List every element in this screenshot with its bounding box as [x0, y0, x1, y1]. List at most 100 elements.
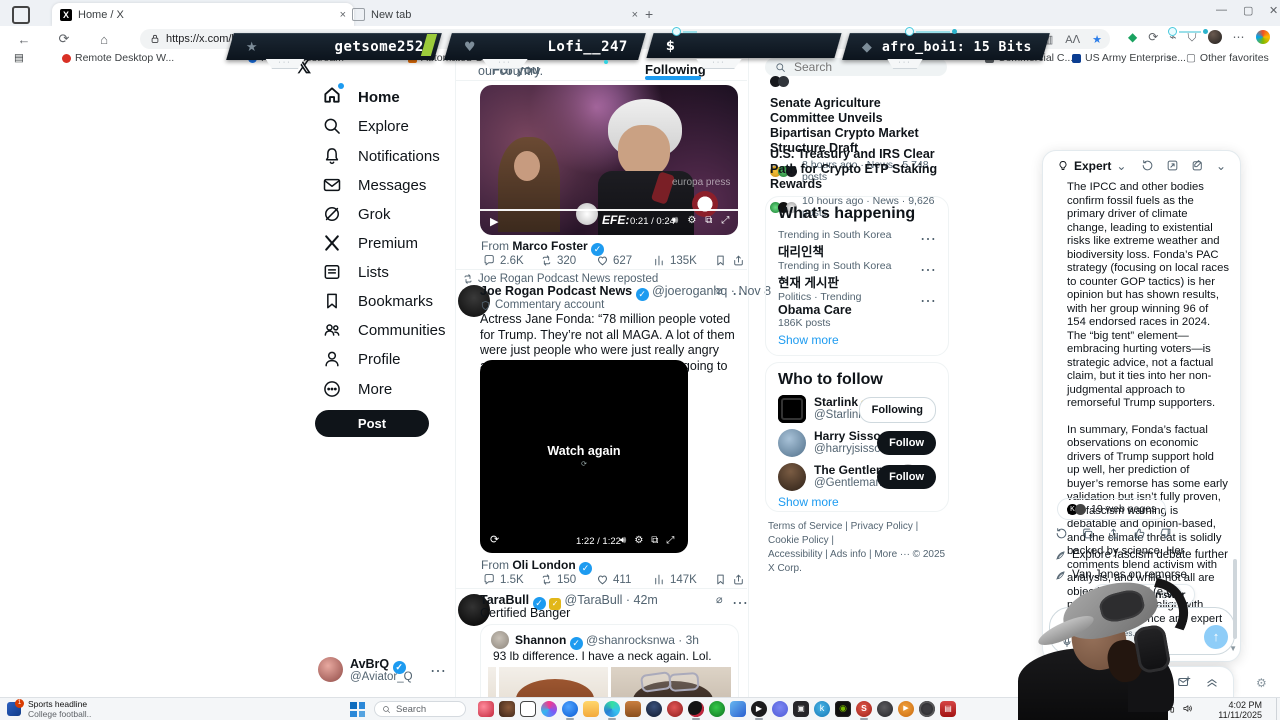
tray-clock[interactable]: 4:02 PM 11/11/2025: [1200, 700, 1262, 720]
trend-item[interactable]: Politics · Trending Obama Care 186K post…: [778, 291, 861, 329]
overlay-slider[interactable]: [672, 27, 697, 36]
suggestion-item[interactable]: Explore fascism debate further: [1055, 549, 1228, 561]
thumbs-down-icon[interactable]: [1159, 527, 1172, 540]
trend-more-icon[interactable]: ⋯: [920, 291, 936, 311]
repost-stat[interactable]: 150: [540, 573, 576, 586]
post-more-icon[interactable]: ⋯: [732, 593, 748, 613]
like-stat[interactable]: 627: [596, 254, 632, 267]
fullscreen-icon[interactable]: ⤢: [721, 215, 729, 226]
edge-icon[interactable]: [604, 701, 620, 717]
widgets-icon[interactable]: 1: [7, 699, 24, 717]
pip-icon[interactable]: ⧉: [705, 215, 712, 226]
tab-following[interactable]: Following: [645, 62, 706, 77]
sidebar-item-notifications[interactable]: Notifications: [322, 143, 440, 169]
post-button[interactable]: Post: [315, 410, 429, 437]
sidebar-item-bookmarks[interactable]: Bookmarks: [322, 288, 433, 314]
pinned-app-icon[interactable]: [730, 701, 746, 717]
read-aloud-icon[interactable]: Aᐱ: [1065, 33, 1080, 46]
xbox-icon[interactable]: [709, 701, 725, 717]
window-close-button[interactable]: ✕: [1269, 4, 1278, 17]
sidebar-item-communities[interactable]: Communities: [322, 317, 446, 343]
pinned-app-icon[interactable]: ▣: [793, 701, 809, 717]
tab-close-icon[interactable]: ×: [632, 9, 638, 21]
show-desktop-button[interactable]: [1276, 698, 1280, 720]
video-player[interactable]: Watch again ⟳ ⟳ 1:22 / 1:22 🔊︎ ⚙ ⧉ ⤢: [480, 360, 688, 553]
scrollbar-thumb[interactable]: [1233, 559, 1237, 639]
trend-item[interactable]: Trending in South Korea 대리인책: [778, 229, 891, 260]
quoted-post[interactable]: Shannon ✓ @shanrocksnwa · 3h 93 lb diffe…: [480, 624, 739, 698]
grok-mode-selector[interactable]: Expert ⌄: [1057, 159, 1126, 173]
post-more-icon[interactable]: ⋯: [732, 284, 748, 304]
sync-icon[interactable]: ⟳: [1148, 30, 1158, 45]
play-icon[interactable]: ▶: [490, 215, 498, 228]
back-icon[interactable]: ←: [12, 32, 36, 47]
copilot-icon[interactable]: [541, 701, 557, 717]
streamlabs-icon[interactable]: S: [856, 701, 872, 717]
reply-stat[interactable]: 2.6K: [483, 254, 524, 267]
sidebar-item-lists[interactable]: Lists: [322, 259, 389, 285]
trend-item[interactable]: Trending in South Korea 현재 게시판: [778, 260, 891, 291]
pinned-app-icon[interactable]: [877, 701, 893, 717]
thumbs-up-icon[interactable]: [1133, 527, 1146, 540]
like-stat[interactable]: 411: [596, 573, 631, 586]
account-more-icon[interactable]: ⋯: [430, 661, 446, 681]
pinned-app-icon-photos[interactable]: [478, 701, 494, 717]
widget-headline[interactable]: Sports headline College football..: [28, 699, 91, 719]
overlay-gear-icon[interactable]: ⚙: [1256, 676, 1267, 690]
pinned-app-icon[interactable]: k: [814, 701, 830, 717]
file-explorer-icon[interactable]: [583, 701, 599, 717]
taskbar-search[interactable]: Search: [374, 701, 466, 717]
following-button[interactable]: Following: [858, 397, 936, 423]
bookmarks-overflow-icon[interactable]: ›: [1168, 52, 1172, 64]
new-message-icon[interactable]: [1177, 675, 1191, 689]
new-tab-button[interactable]: +: [645, 6, 653, 22]
volume-icon[interactable]: 🔊︎: [620, 535, 626, 546]
views-stat[interactable]: 135K: [653, 254, 697, 267]
scroll-down-arrow[interactable]: ▼: [1229, 644, 1237, 653]
pinned-app-icon[interactable]: [562, 701, 578, 717]
settings-menu-icon[interactable]: ⋯: [1233, 30, 1245, 45]
expand-drawer-icon[interactable]: [1205, 675, 1219, 689]
home-icon[interactable]: ⌂: [92, 32, 116, 47]
discord-icon[interactable]: [772, 701, 788, 717]
sidebar-item-more[interactable]: More: [322, 376, 392, 402]
sidebar-toggle-icon[interactable]: ▤: [14, 52, 24, 64]
pinned-app-icon[interactable]: [919, 701, 935, 717]
overlay-slider[interactable]: [905, 27, 957, 36]
pinned-app-icon[interactable]: [667, 701, 683, 717]
collapse-chevron-icon[interactable]: ⌄: [1216, 159, 1226, 173]
tray-volume-icon[interactable]: [1182, 703, 1193, 714]
fullscreen-icon[interactable]: ⤢: [666, 535, 674, 546]
web-pages-pill[interactable]: K 19 web pages: [1057, 498, 1167, 520]
nvidia-icon[interactable]: ◉: [835, 701, 851, 717]
sidebar-item-messages[interactable]: Messages: [322, 172, 426, 198]
favorite-star-icon[interactable]: ★: [1092, 33, 1102, 46]
suggestion-item[interactable]: Van Jones on remorse: [1055, 569, 1187, 581]
video-player[interactable]: europa press ▶ EFE: 0:21 / 0:24 🔊︎ ⚙ ⧉ ⤢: [480, 85, 738, 235]
follow-button[interactable]: Follow: [877, 465, 936, 489]
replay-icon[interactable]: ⟳: [490, 533, 499, 546]
sidebar-item-profile[interactable]: Profile: [322, 346, 401, 372]
video-progress-bar[interactable]: [480, 209, 738, 211]
profile-avatar[interactable]: [1207, 30, 1222, 44]
trend-more-icon[interactable]: ⋯: [920, 260, 936, 280]
views-stat[interactable]: 147K: [653, 573, 697, 586]
workspace-icon[interactable]: [12, 6, 30, 24]
follow-suggestion[interactable]: Harry Sisson ✓ @harryjsisson Follow: [778, 429, 936, 459]
browser-tab-active[interactable]: X Home / X ×: [52, 3, 354, 26]
obs-icon[interactable]: [688, 701, 704, 717]
copy-icon[interactable]: [1081, 527, 1094, 540]
follow-button[interactable]: Follow: [877, 431, 936, 455]
adblock-shield-icon[interactable]: ◆: [1128, 30, 1137, 45]
volume-icon[interactable]: 🔊︎: [672, 215, 678, 226]
bookmark-action[interactable]: [714, 254, 727, 267]
browser-tab-newtab[interactable]: New tab ×: [344, 3, 646, 26]
regenerate-icon[interactable]: [1055, 527, 1068, 540]
send-button[interactable]: ↑: [1204, 625, 1228, 649]
video-settings-icon[interactable]: ⚙: [687, 215, 696, 226]
media-player-icon[interactable]: ▶: [751, 701, 767, 717]
share-action[interactable]: [732, 573, 745, 586]
sidebar-item-grok[interactable]: Grok: [322, 201, 391, 227]
account-switcher[interactable]: AvBrQ ✓ @Aviator_Q ⋯: [318, 655, 446, 689]
trend-more-icon[interactable]: ⋯: [920, 229, 936, 249]
